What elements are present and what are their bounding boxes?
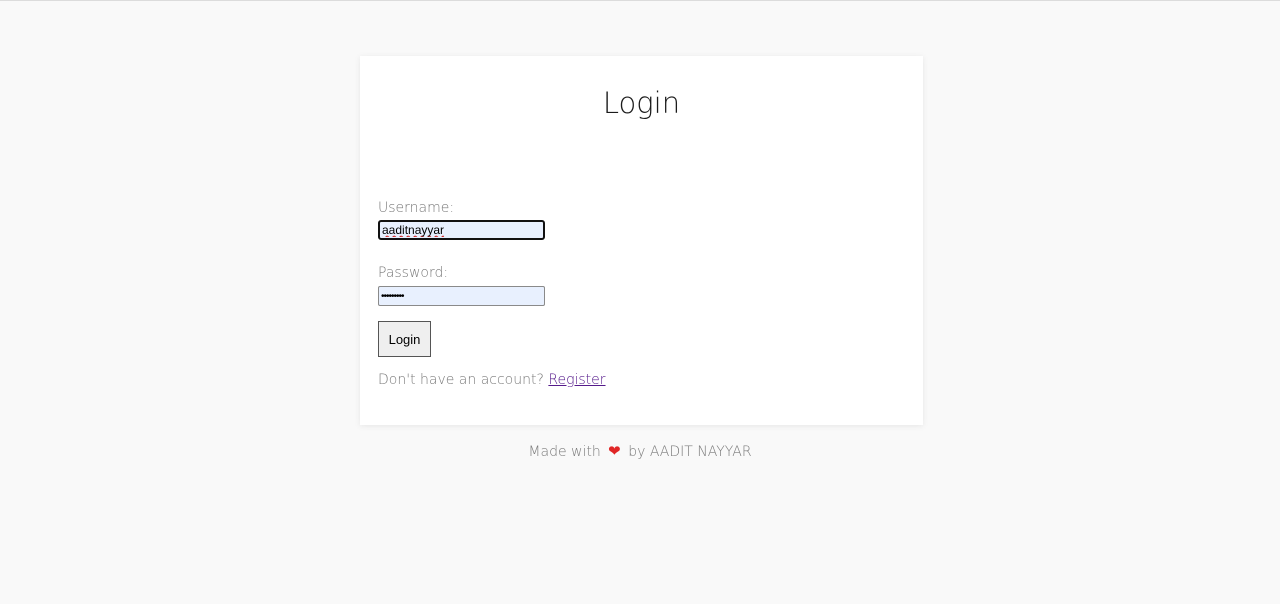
footer-author: by AADIT NAYYAR	[628, 444, 752, 460]
register-prompt-text: Don't have an account?	[378, 372, 544, 388]
password-label: Password:	[378, 265, 449, 281]
login-button[interactable]: Login	[378, 321, 431, 357]
page-title: Login	[602, 86, 681, 120]
register-link[interactable]: Register	[548, 372, 605, 388]
username-input[interactable]	[378, 220, 545, 240]
login-card: Login Username: Password: Login Don't ha…	[360, 56, 923, 425]
footer-made-with: Made with	[528, 444, 601, 460]
footer: Made with ❤ by AADIT NAYYAR	[0, 442, 1280, 460]
password-input[interactable]	[378, 286, 545, 306]
top-divider	[0, 0, 1280, 1]
username-label: Username:	[378, 200, 455, 216]
register-prompt: Don't have an account? Register	[378, 372, 606, 388]
heart-icon: ❤	[608, 442, 621, 460]
